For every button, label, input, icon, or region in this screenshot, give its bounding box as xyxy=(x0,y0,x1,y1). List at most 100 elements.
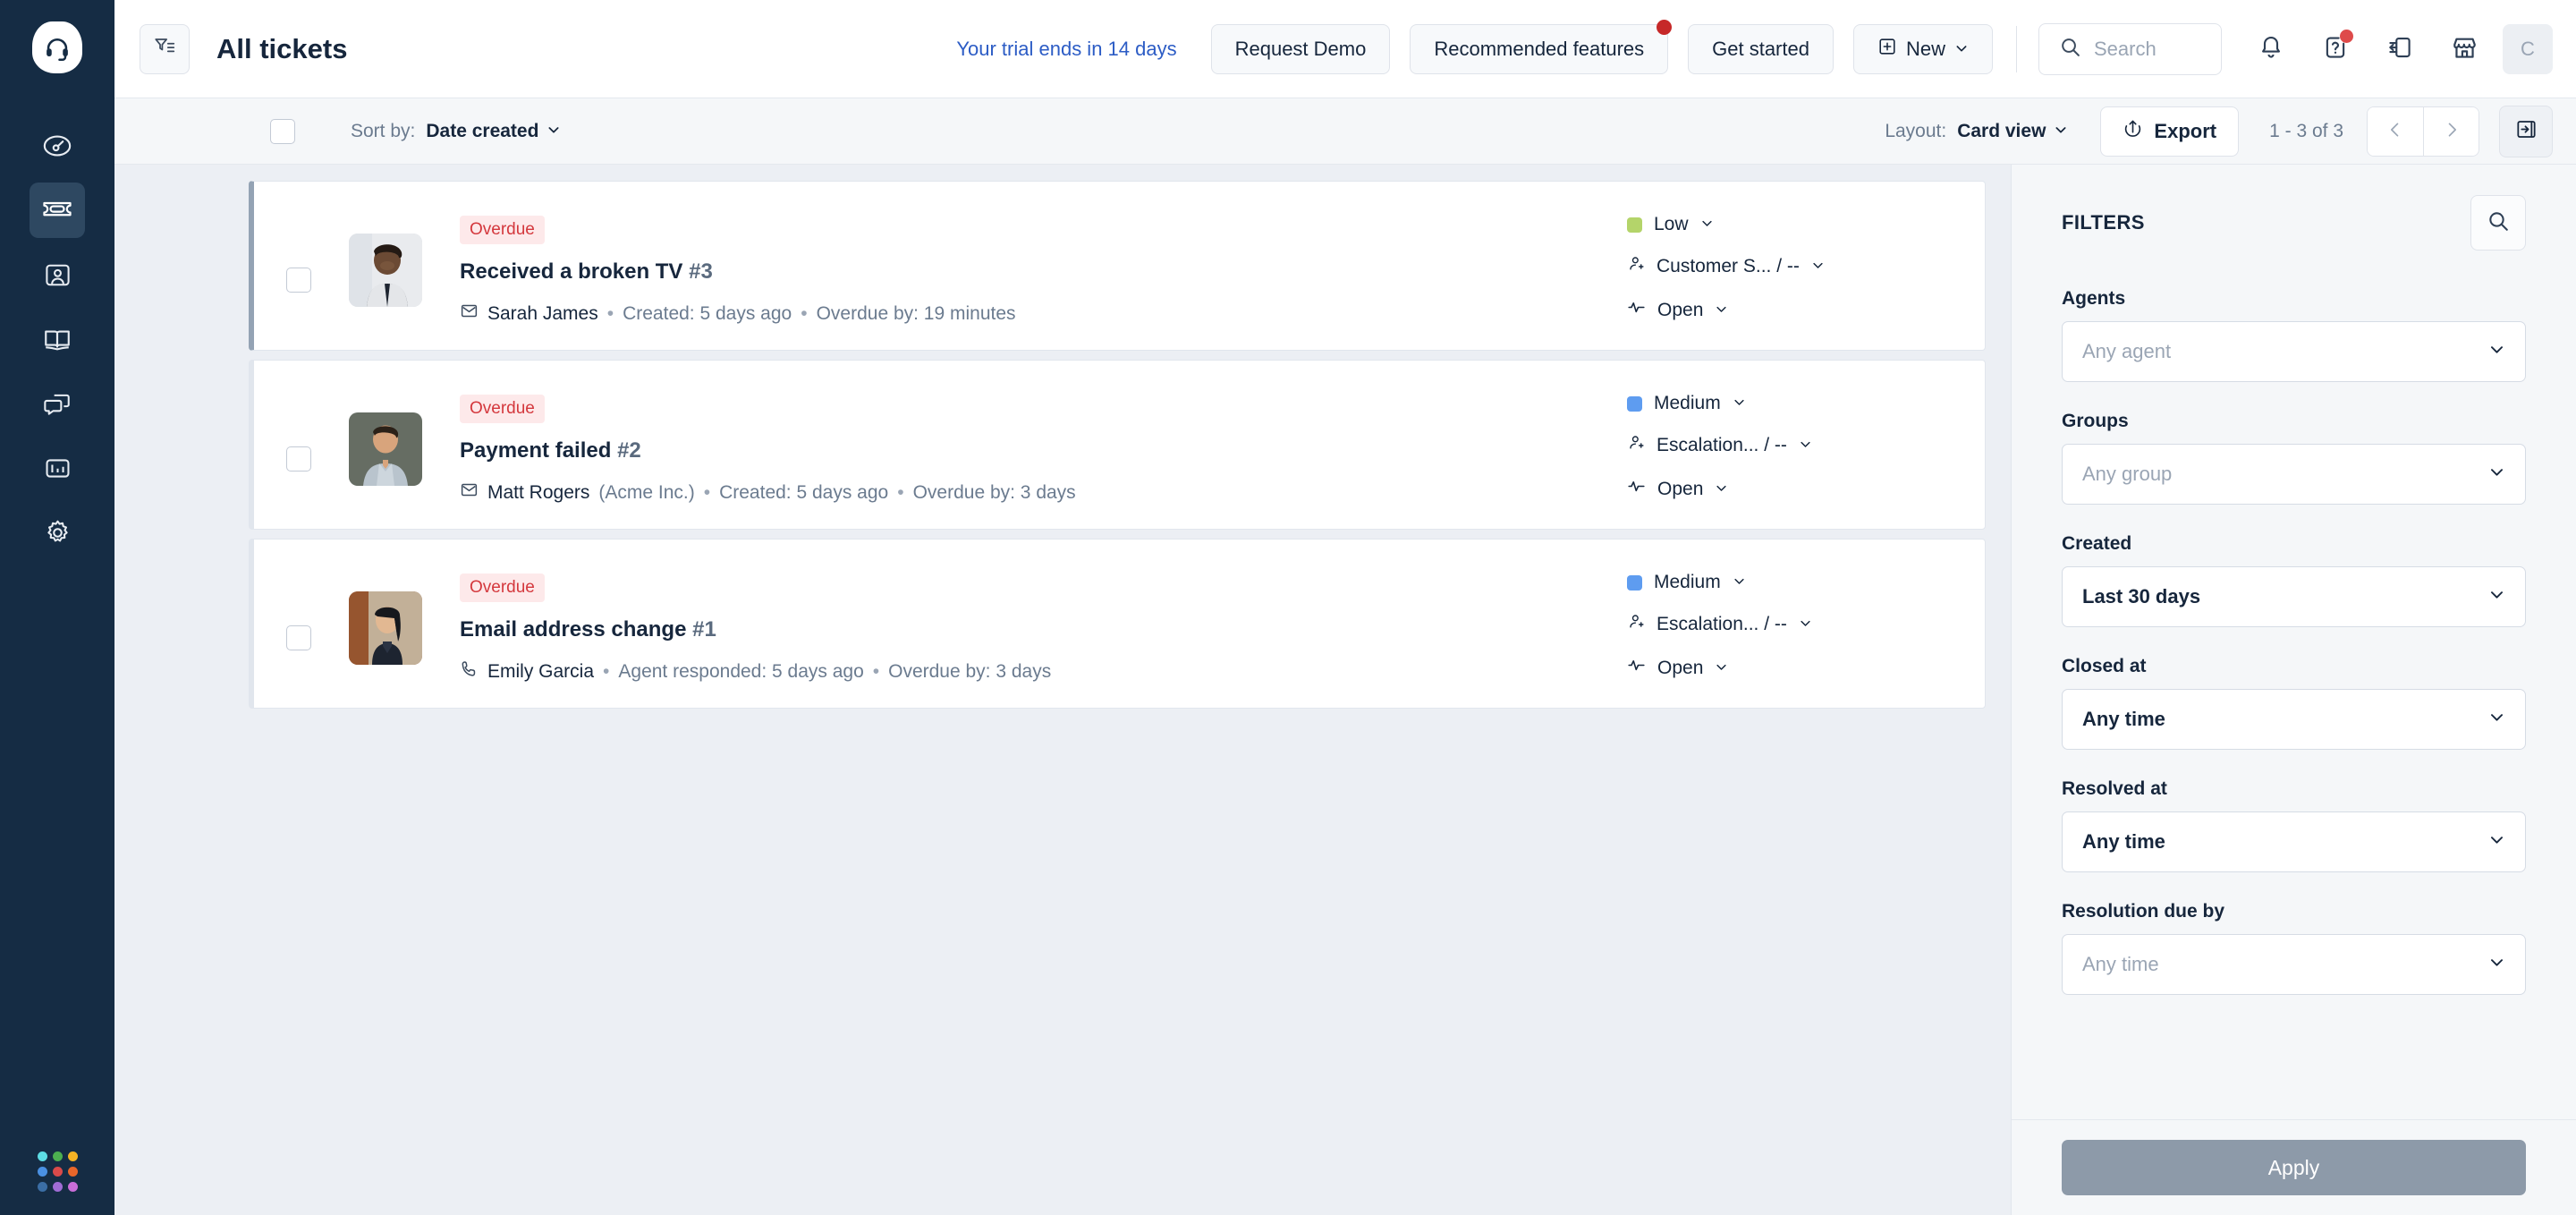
ticket-subject: Received a broken TV xyxy=(460,259,683,284)
apply-filters-button[interactable]: Apply xyxy=(2062,1140,2526,1195)
resolved-at-select[interactable]: Any time xyxy=(2062,811,2526,872)
sidebar-item-admin[interactable] xyxy=(30,505,85,560)
status-pulse-icon xyxy=(1627,298,1646,322)
avatar xyxy=(349,412,422,486)
prev-page-button[interactable] xyxy=(2368,106,2423,156)
global-search[interactable] xyxy=(2038,22,2222,75)
table-row[interactable]: Overdue Payment failed #2 Matt Rogers (A… xyxy=(249,360,1986,530)
filters-search-button[interactable] xyxy=(2470,195,2526,251)
ticket-select-checkbox[interactable] xyxy=(286,446,311,472)
sidebar-item-social[interactable] xyxy=(30,376,85,431)
priority-dropdown[interactable]: Medium xyxy=(1627,393,1949,414)
export-label: Export xyxy=(2154,119,2217,142)
requester-name[interactable]: Emily Garcia xyxy=(487,661,594,683)
meta-separator: • xyxy=(606,302,614,324)
agents-select-value: Any agent xyxy=(2082,340,2172,362)
ticket-main: Overdue Received a broken TV #3 Sarah Ja… xyxy=(422,205,1627,326)
table-row[interactable]: Overdue Received a broken TV #3 Sarah Ja… xyxy=(249,181,1986,351)
phone-icon xyxy=(460,659,479,684)
group-agent-dropdown[interactable]: Customer S... / -- xyxy=(1627,255,1949,278)
filters-footer: Apply xyxy=(2012,1119,2576,1215)
notifications-button[interactable] xyxy=(2245,23,2297,75)
layout-dropdown[interactable]: Card view xyxy=(1957,121,2068,142)
ticket-properties: Medium Escalation... / -- Open xyxy=(1627,384,1985,501)
email-icon xyxy=(460,302,479,326)
priority-dropdown[interactable]: Medium xyxy=(1627,572,1949,593)
meta-separator: • xyxy=(872,660,880,682)
group-agent-value: Escalation... / -- xyxy=(1657,435,1787,455)
request-demo-button[interactable]: Request Demo xyxy=(1210,23,1391,74)
chevron-down-icon xyxy=(1715,658,1728,679)
priority-color-swatch xyxy=(1627,217,1642,233)
priority-value: Medium xyxy=(1654,572,1721,592)
ticket-title[interactable]: Email address change #1 xyxy=(460,617,1627,642)
group-agent-dropdown[interactable]: Escalation... / -- xyxy=(1627,613,1949,636)
status-dropdown[interactable]: Open xyxy=(1627,298,1949,322)
ticket-main: Overdue Payment failed #2 Matt Rogers (A… xyxy=(422,384,1627,505)
app-switcher[interactable] xyxy=(0,1151,114,1192)
help-badge-dot xyxy=(2340,29,2353,43)
collapse-panel-icon xyxy=(2515,118,2538,145)
sidebar-item-dashboard[interactable] xyxy=(30,118,85,174)
sidebar-item-knowledge-base[interactable] xyxy=(30,311,85,367)
whats-new-button[interactable] xyxy=(2374,23,2426,75)
sort-by-dropdown[interactable]: Date created xyxy=(426,121,561,142)
ticket-number: #1 xyxy=(692,617,716,641)
ticket-title[interactable]: Payment failed #2 xyxy=(460,438,1627,463)
sidebar-nav-list xyxy=(30,118,85,560)
notifications-bell-icon xyxy=(2258,34,2284,64)
select-all-checkbox[interactable] xyxy=(270,118,295,144)
view-filter-toggle-button[interactable] xyxy=(140,23,190,74)
sidebar-item-analytics[interactable] xyxy=(30,440,85,496)
closed-at-select[interactable]: Any time xyxy=(2062,689,2526,750)
created-select[interactable]: Last 30 days xyxy=(2062,566,2526,627)
chevron-left-icon xyxy=(2386,121,2404,141)
filter-group-agents: Agents Any agent xyxy=(2062,288,2526,382)
ticket-overdue-info: Overdue by: 3 days xyxy=(888,660,1052,682)
chevron-down-icon xyxy=(1811,256,1825,277)
product-logo[interactable] xyxy=(30,20,85,75)
trial-status-link[interactable]: Your trial ends in 14 days xyxy=(956,38,1176,61)
dashboard-icon xyxy=(42,131,72,161)
ticket-select-checkbox[interactable] xyxy=(286,268,311,293)
user-avatar-button[interactable]: C xyxy=(2503,23,2553,74)
status-badge: Overdue xyxy=(460,216,545,244)
filters-title: FILTERS xyxy=(2062,211,2145,234)
status-pulse-icon xyxy=(1627,656,1646,680)
created-select-value: Last 30 days xyxy=(2082,585,2201,608)
group-agent-dropdown[interactable]: Escalation... / -- xyxy=(1627,434,1949,457)
requester-name[interactable]: Sarah James xyxy=(487,303,598,325)
filter-group-groups: Groups Any group xyxy=(2062,411,2526,505)
status-dropdown[interactable]: Open xyxy=(1627,477,1949,501)
sidebar-item-tickets[interactable] xyxy=(30,183,85,238)
ticket-select-checkbox[interactable] xyxy=(286,625,311,650)
what-is-new-icon xyxy=(2386,34,2413,64)
ticket-properties: Medium Escalation... / -- Open xyxy=(1627,563,1985,680)
table-row[interactable]: Overdue Email address change #1 Emily Ga… xyxy=(249,539,1986,709)
chevron-down-icon xyxy=(1733,393,1746,414)
status-dropdown[interactable]: Open xyxy=(1627,656,1949,680)
marketplace-button[interactable] xyxy=(2438,23,2490,75)
pagination-controls xyxy=(2367,106,2479,157)
new-ticket-button[interactable]: New xyxy=(1852,23,1993,74)
chevron-down-icon xyxy=(2488,709,2505,730)
priority-dropdown[interactable]: Low xyxy=(1627,214,1949,235)
next-page-button[interactable] xyxy=(2423,106,2479,156)
export-button[interactable]: Export xyxy=(2100,106,2240,157)
priority-color-swatch xyxy=(1627,574,1642,591)
toggle-filters-panel-button[interactable] xyxy=(2499,105,2553,157)
get-started-button[interactable]: Get started xyxy=(1688,23,1834,74)
layout-label: Layout: xyxy=(1885,120,1947,141)
knowledge-base-icon xyxy=(42,324,72,354)
recommended-features-button[interactable]: Recommended features xyxy=(1410,19,1673,74)
chevron-down-icon xyxy=(1733,572,1746,593)
sidebar-item-contacts[interactable] xyxy=(30,247,85,302)
requester-name[interactable]: Matt Rogers xyxy=(487,482,589,504)
agents-select[interactable]: Any agent xyxy=(2062,321,2526,382)
help-button[interactable] xyxy=(2309,23,2361,75)
ticket-title[interactable]: Received a broken TV #3 xyxy=(460,259,1627,285)
ticket-meta: Sarah James • Created: 5 days ago • Over… xyxy=(460,302,1627,326)
resolution-due-by-select[interactable]: Any time xyxy=(2062,934,2526,995)
groups-select[interactable]: Any group xyxy=(2062,444,2526,505)
search-input[interactable] xyxy=(2094,37,2201,61)
